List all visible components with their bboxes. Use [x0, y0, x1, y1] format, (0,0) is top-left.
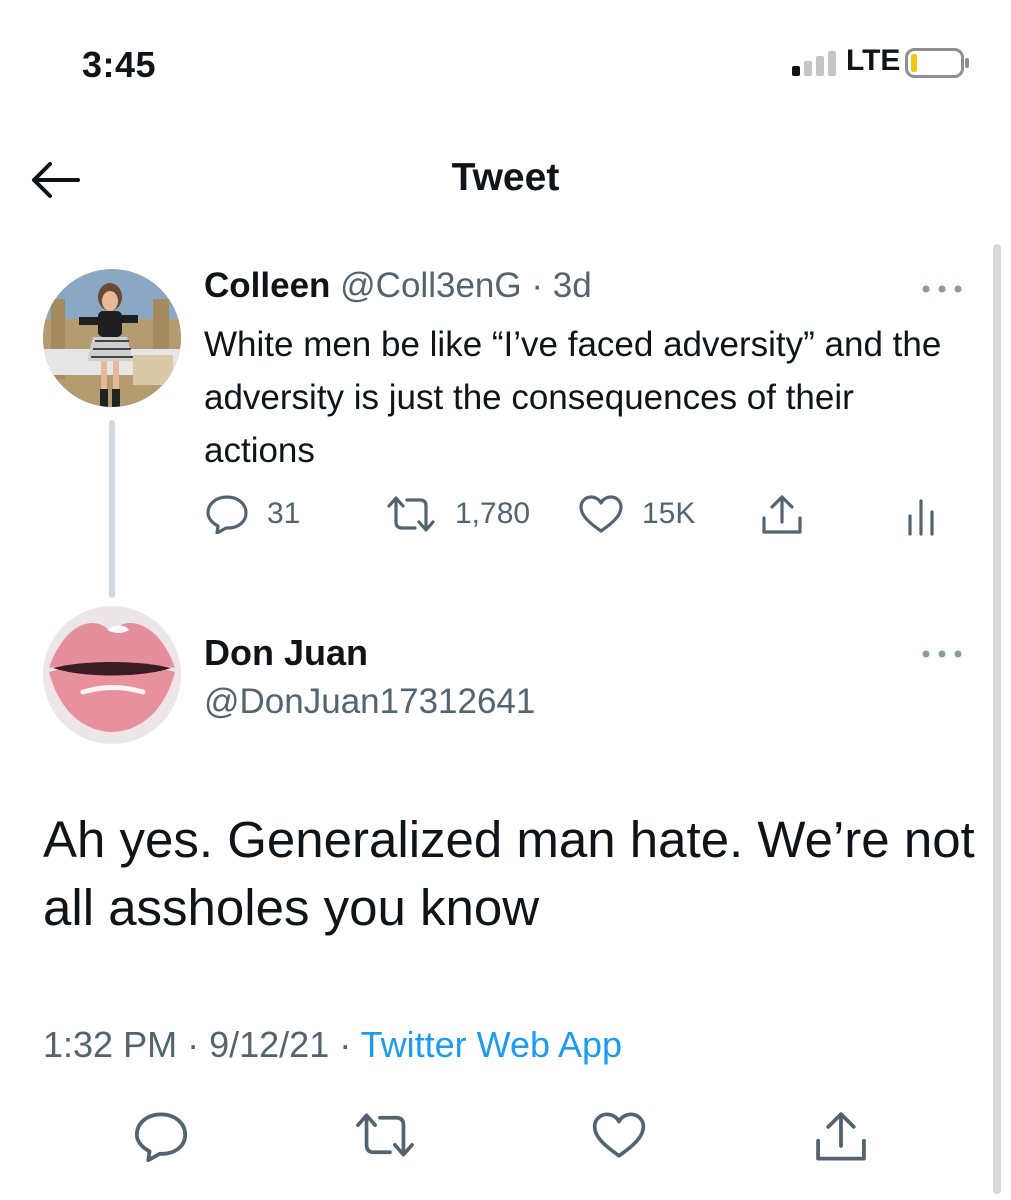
share-icon — [762, 495, 802, 534]
like-button[interactable] — [591, 1110, 665, 1160]
tweet-text: Ah yes. Generalized man hate. We’re not … — [43, 811, 975, 936]
reply-icon — [134, 1112, 188, 1162]
page-title: Tweet — [451, 156, 560, 199]
more-icon[interactable] — [918, 279, 966, 299]
like-icon — [592, 1112, 646, 1158]
tweet-text: White men be like “I’ve faced adversity”… — [204, 325, 942, 470]
network-type: LTE — [846, 44, 901, 77]
separator-dot: · — [531, 266, 543, 305]
tweet-metadata: 1:32 PM · 9/12/21 · Twitter Web App — [43, 1024, 622, 1066]
reply-button[interactable] — [133, 1110, 207, 1162]
like-icon — [579, 495, 623, 533]
avatar-image — [43, 269, 181, 407]
retweet-button[interactable] — [353, 1110, 435, 1160]
analytics-button[interactable] — [906, 498, 954, 536]
share-icon — [816, 1112, 866, 1161]
status-time: 3:45 — [82, 44, 157, 85]
more-icon[interactable] — [918, 644, 966, 664]
separator-dot: · — [339, 1024, 352, 1065]
author-handle[interactable]: @DonJuan17312641 — [204, 682, 535, 722]
share-button[interactable] — [760, 494, 822, 536]
author-name[interactable]: Don Juan — [204, 632, 368, 674]
signal-icon — [792, 51, 836, 76]
tweet-header: Colleen @Coll3enG · 3d — [204, 266, 592, 306]
tweet-source-link[interactable]: Twitter Web App — [361, 1024, 622, 1065]
reply-icon — [206, 495, 248, 534]
reply-count: 31 — [267, 497, 301, 530]
author-handle[interactable]: @Coll3enG — [340, 266, 521, 305]
share-button[interactable] — [813, 1110, 887, 1164]
avatar[interactable] — [43, 606, 181, 744]
thread-line — [109, 420, 115, 598]
like-button[interactable]: 15K — [578, 494, 695, 534]
tweet-time[interactable]: 1:32 PM — [43, 1024, 177, 1065]
reply-button[interactable]: 31 — [205, 494, 300, 534]
retweet-icon — [387, 496, 435, 532]
retweet-icon — [356, 1113, 414, 1157]
tweet-time[interactable]: 3d — [553, 266, 592, 305]
tweet-date[interactable]: 9/12/21 — [209, 1024, 329, 1065]
avatar[interactable] — [43, 269, 181, 407]
scrollbar[interactable] — [993, 244, 1001, 1194]
retweet-count: 1,780 — [455, 497, 531, 530]
battery-icon — [905, 48, 969, 78]
author-name[interactable]: Colleen — [204, 266, 330, 305]
like-count: 15K — [642, 497, 696, 530]
avatar-image — [43, 606, 181, 744]
separator-dot: · — [187, 1024, 200, 1065]
analytics-icon — [908, 499, 934, 536]
retweet-button[interactable]: 1,780 — [385, 494, 530, 534]
